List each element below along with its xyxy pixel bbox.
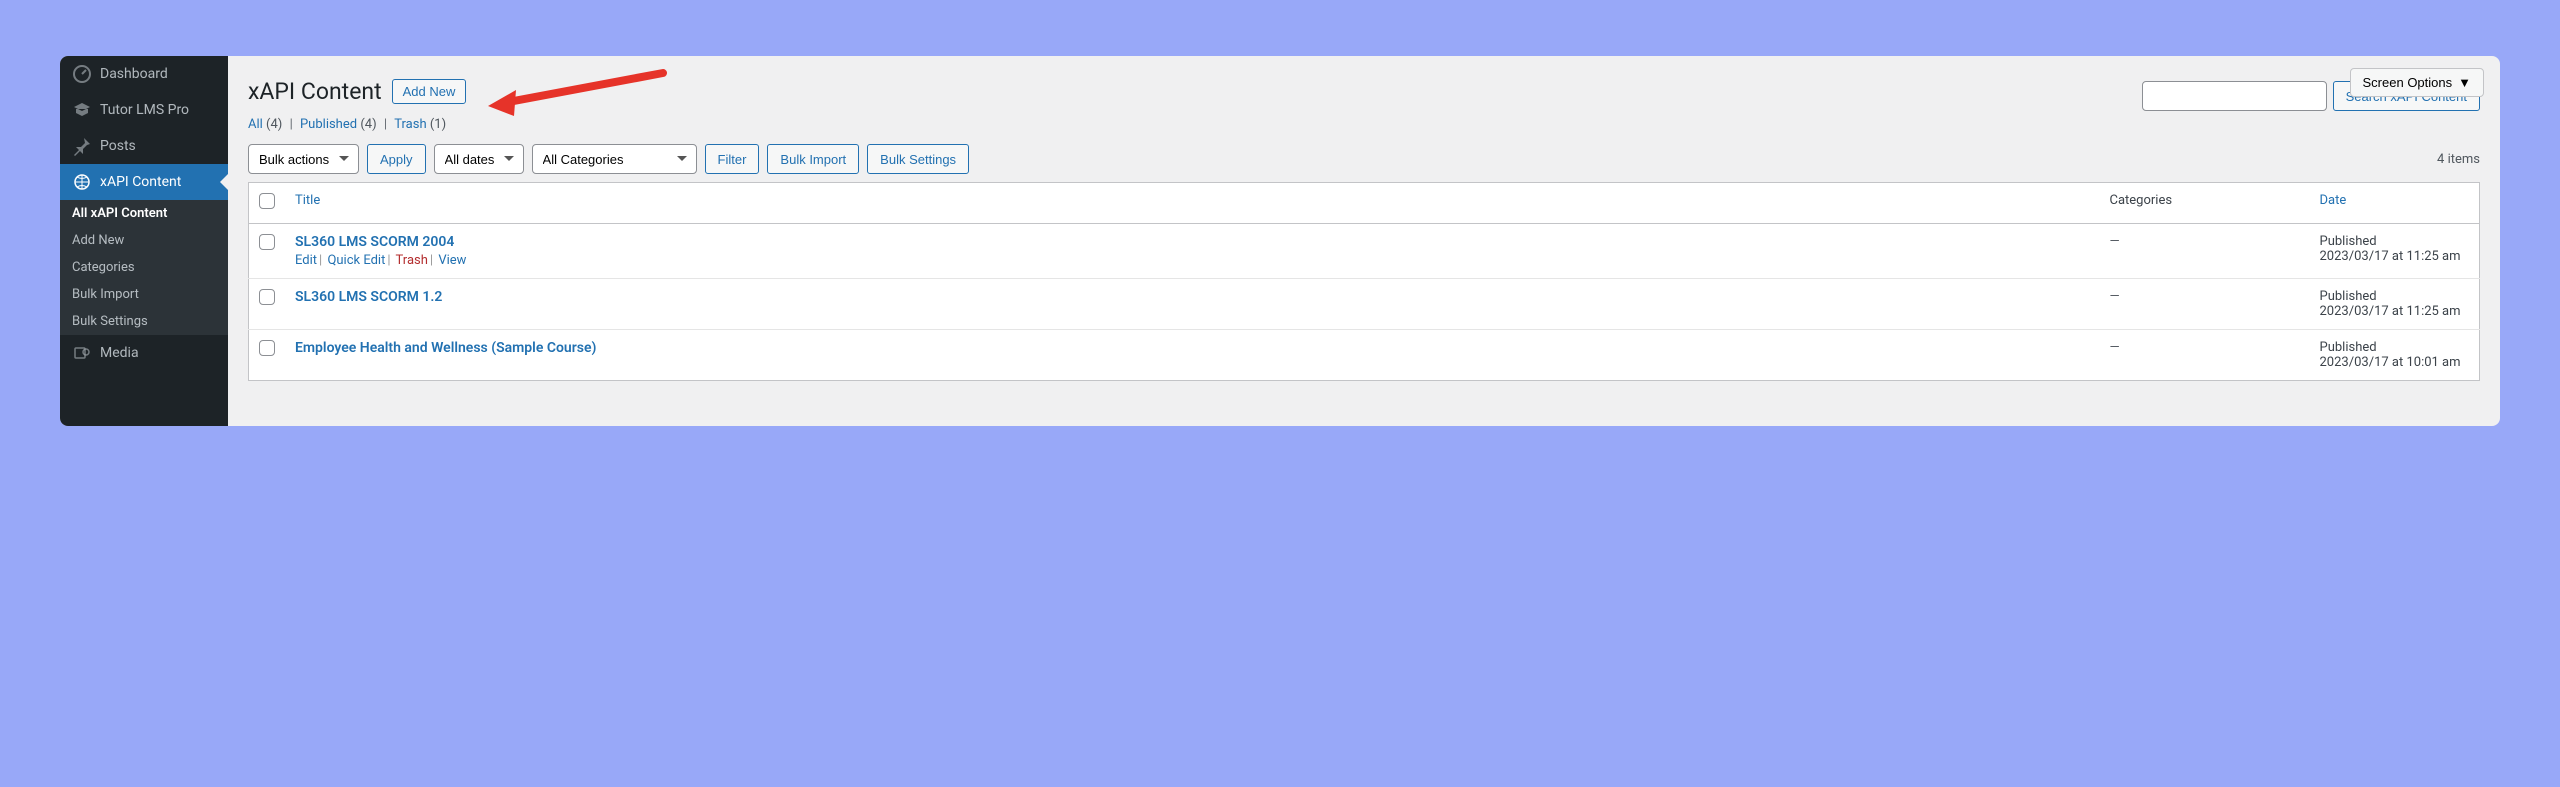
submenu-all-xapi[interactable]: All xAPI Content xyxy=(60,200,228,227)
apply-button[interactable]: Apply xyxy=(367,144,426,174)
row-title-link[interactable]: SL360 LMS SCORM 2004 xyxy=(295,234,454,250)
action-view[interactable]: View xyxy=(438,253,466,268)
filter-trash-count: (1) xyxy=(430,117,446,132)
sidebar-item-dashboard[interactable]: Dashboard xyxy=(60,56,228,92)
globe-icon xyxy=(72,172,92,192)
row-category: — xyxy=(2110,234,2120,249)
filter-links: All (4) | Published (4) | Trash (1) Sear… xyxy=(248,117,2480,132)
add-new-button[interactable]: Add New xyxy=(392,79,467,104)
media-icon xyxy=(72,343,92,363)
gauge-icon xyxy=(72,64,92,84)
submenu-categories[interactable]: Categories xyxy=(60,254,228,281)
table-row: SL360 LMS SCORM 1.2 — Published 2023/03/… xyxy=(249,279,2480,330)
sidebar-item-label: Media xyxy=(100,345,139,361)
action-edit[interactable]: Edit xyxy=(295,253,317,268)
filter-all[interactable]: All xyxy=(248,117,263,132)
bulk-import-button[interactable]: Bulk Import xyxy=(767,144,859,174)
submenu-add-new[interactable]: Add New xyxy=(60,227,228,254)
row-checkbox[interactable] xyxy=(259,234,275,250)
arrow-annotation xyxy=(488,68,668,118)
filter-trash[interactable]: Trash xyxy=(394,117,426,132)
row-status: Published xyxy=(2320,340,2377,355)
bulk-settings-button[interactable]: Bulk Settings xyxy=(867,144,969,174)
page-title: xAPI Content xyxy=(248,78,382,105)
page-header: xAPI Content Add New xyxy=(248,78,2480,105)
column-categories: Categories xyxy=(2100,183,2310,224)
sidebar-item-xapi-content[interactable]: xAPI Content xyxy=(60,164,228,200)
column-date[interactable]: Date xyxy=(2320,193,2347,208)
sidebar-item-label: Dashboard xyxy=(100,66,168,82)
bulk-actions-select[interactable]: Bulk actions xyxy=(248,144,359,174)
row-date: 2023/03/17 at 11:25 am xyxy=(2320,304,2461,319)
row-status: Published xyxy=(2320,289,2377,304)
action-quick-edit[interactable]: Quick Edit xyxy=(327,253,385,268)
main-content: Screen Options ▼ xAPI Content Add New Al… xyxy=(228,56,2500,426)
sidebar-item-label: Tutor LMS Pro xyxy=(100,102,189,118)
items-count: 4 items xyxy=(2437,152,2480,167)
table-row: Employee Health and Wellness (Sample Cou… xyxy=(249,330,2480,381)
sidebar-item-tutor-lms[interactable]: Tutor LMS Pro xyxy=(60,92,228,128)
dates-select[interactable]: All dates xyxy=(434,144,524,174)
row-category: — xyxy=(2110,289,2120,304)
row-title-link[interactable]: Employee Health and Wellness (Sample Cou… xyxy=(295,340,596,356)
action-trash[interactable]: Trash xyxy=(396,253,428,268)
sidebar-submenu: All xAPI Content Add New Categories Bulk… xyxy=(60,200,228,335)
filter-published[interactable]: Published xyxy=(300,117,357,132)
row-date: 2023/03/17 at 10:01 am xyxy=(2320,355,2461,370)
filter-all-count: (4) xyxy=(266,117,282,132)
row-date: 2023/03/17 at 11:25 am xyxy=(2320,249,2461,264)
submenu-bulk-settings[interactable]: Bulk Settings xyxy=(60,308,228,335)
filter-published-count: (4) xyxy=(360,117,376,132)
sidebar: Dashboard Tutor LMS Pro Posts xAPI Conte… xyxy=(60,56,228,426)
row-category: — xyxy=(2110,340,2120,355)
sidebar-item-media[interactable]: Media xyxy=(60,335,228,371)
app-window: Dashboard Tutor LMS Pro Posts xAPI Conte… xyxy=(60,56,2500,426)
row-checkbox[interactable] xyxy=(259,340,275,356)
sidebar-item-label: Posts xyxy=(100,138,136,154)
content-table: Title Categories Date SL360 LMS SCORM 20… xyxy=(248,182,2480,381)
submenu-bulk-import[interactable]: Bulk Import xyxy=(60,281,228,308)
sidebar-item-label: xAPI Content xyxy=(100,174,181,190)
top-bar: Bulk actions Apply All dates All Categor… xyxy=(248,144,2480,174)
column-title[interactable]: Title xyxy=(295,193,320,208)
row-checkbox[interactable] xyxy=(259,289,275,305)
row-status: Published xyxy=(2320,234,2377,249)
row-actions: Edit| Quick Edit| Trash| View xyxy=(295,253,2090,268)
sidebar-item-posts[interactable]: Posts xyxy=(60,128,228,164)
filter-button[interactable]: Filter xyxy=(705,144,760,174)
categories-select[interactable]: All Categories xyxy=(532,144,697,174)
select-all-checkbox[interactable] xyxy=(259,193,275,209)
pin-icon xyxy=(72,136,92,156)
cap-icon xyxy=(72,100,92,120)
row-title-link[interactable]: SL360 LMS SCORM 1.2 xyxy=(295,289,442,305)
table-row: SL360 LMS SCORM 2004 Edit| Quick Edit| T… xyxy=(249,224,2480,279)
